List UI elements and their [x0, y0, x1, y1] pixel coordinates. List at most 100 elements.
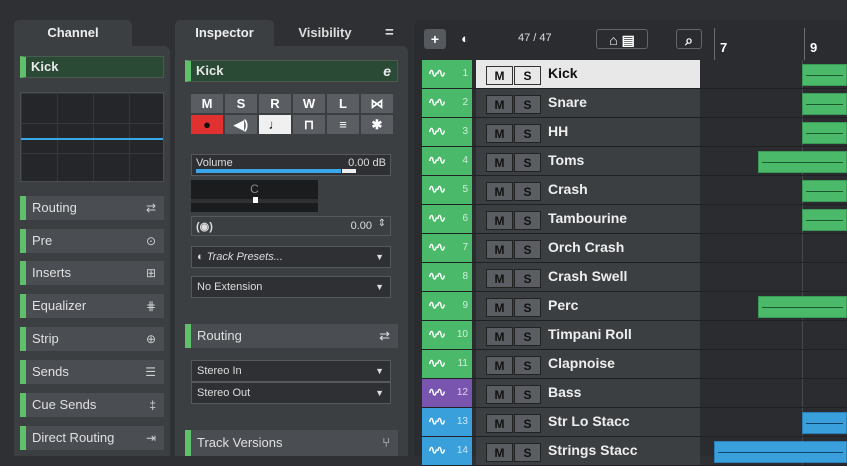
track-color-strip[interactable]: ∿∿ 1 [422, 60, 472, 88]
track-header[interactable]: M S Strings Stacc [476, 437, 700, 465]
track-row[interactable]: ∿∿ 13 M S Str Lo Stacc [422, 408, 847, 437]
track-header[interactable]: M S Toms [476, 147, 700, 175]
monitor-icon[interactable]: ◀) [225, 115, 257, 134]
button-write[interactable]: W [293, 94, 325, 113]
list-icon[interactable]: ▤ [622, 32, 635, 48]
event-block[interactable] [802, 93, 847, 115]
button-mute[interactable]: M [191, 94, 223, 113]
solo-button[interactable]: S [514, 66, 541, 85]
mute-button[interactable]: M [486, 211, 513, 230]
track-row[interactable]: ∿∿ 1 M S Kick [422, 60, 847, 89]
solo-button[interactable]: S [514, 385, 541, 404]
track-lane[interactable] [714, 263, 847, 291]
track-color-strip[interactable]: ∿∿ 14 [422, 437, 472, 465]
track-header[interactable]: M S Str Lo Stacc [476, 408, 700, 436]
track-color-strip[interactable]: ∿∿ 10 [422, 321, 472, 349]
chevron-down-icon[interactable]: ▼ [375, 277, 384, 297]
track-header[interactable]: M S Crash Swell [476, 263, 700, 291]
event-block[interactable] [714, 441, 847, 463]
track-lane[interactable] [714, 234, 847, 262]
mute-button[interactable]: M [486, 269, 513, 288]
track-color-strip[interactable]: ∿∿ 12 [422, 379, 472, 407]
tab-inspector[interactable]: Inspector [175, 20, 274, 46]
track-color-strip[interactable]: ∿∿ 9 [422, 292, 472, 320]
track-row[interactable]: ∿∿ 7 M S Orch Crash [422, 234, 847, 263]
mute-button[interactable]: M [486, 385, 513, 404]
list-icon[interactable]: ≡ [327, 115, 359, 134]
mute-button[interactable]: M [486, 240, 513, 259]
section-strip[interactable]: Strip ⊕ [20, 327, 164, 351]
section-equalizer[interactable]: Equalizer ⋕ [20, 294, 164, 318]
track-color-strip[interactable]: ∿∿ 5 [422, 176, 472, 204]
timeline-ruler[interactable]: 7 9 [714, 20, 847, 60]
eq-curve-display[interactable] [20, 92, 164, 182]
solo-button[interactable]: S [514, 269, 541, 288]
search-icon[interactable]: ⌕ [676, 29, 702, 49]
track-versions-section[interactable]: Track Versions ⑂ [185, 430, 398, 456]
button-solo[interactable]: S [225, 94, 257, 113]
solo-button[interactable]: S [514, 240, 541, 259]
section-pre[interactable]: Pre ⊙ [20, 229, 164, 253]
track-lane[interactable] [714, 89, 847, 117]
pan-handle[interactable] [253, 197, 258, 203]
track-color-strip[interactable]: ∿∿ 11 [422, 350, 472, 378]
track-lane[interactable] [714, 176, 847, 204]
solo-button[interactable]: S [514, 327, 541, 346]
track-row[interactable]: ∿∿ 2 M S Snare [422, 89, 847, 118]
solo-button[interactable]: S [514, 182, 541, 201]
track-presets-icon[interactable]: ◐ [452, 29, 478, 49]
track-row[interactable]: ∿∿ 11 M S Clapnoise [422, 350, 847, 379]
track-row[interactable]: ∿∿ 9 M S Perc [422, 292, 847, 321]
pan-control[interactable]: C [191, 180, 318, 212]
volume-fader[interactable]: Volume 0.00 dB [191, 154, 391, 176]
track-color-strip[interactable]: ∿∿ 3 [422, 118, 472, 146]
menu-icon[interactable]: = [385, 24, 394, 41]
solo-button[interactable]: S [514, 211, 541, 230]
mute-button[interactable]: M [486, 443, 513, 462]
track-header[interactable]: M S Orch Crash [476, 234, 700, 262]
mute-button[interactable]: M [486, 356, 513, 375]
chevron-down-icon[interactable]: ▼ [375, 247, 384, 267]
track-header[interactable]: M S Timpani Roll [476, 321, 700, 349]
track-header[interactable]: M S Kick [476, 60, 700, 88]
track-header[interactable]: M S Perc [476, 292, 700, 320]
output-routing-select[interactable]: Stereo Out ▼ [191, 382, 391, 404]
section-cue-sends[interactable]: Cue Sends ‡ [20, 393, 164, 417]
track-lane[interactable] [714, 408, 847, 436]
track-lane[interactable] [714, 350, 847, 378]
mute-button[interactable]: M [486, 124, 513, 143]
channel-name[interactable]: Kick [20, 56, 164, 78]
add-track-button[interactable]: + [424, 29, 446, 49]
track-header[interactable]: M S Crash [476, 176, 700, 204]
input-routing-select[interactable]: Stereo In ▼ [191, 360, 391, 382]
track-row[interactable]: ∿∿ 3 M S HH [422, 118, 847, 147]
solo-button[interactable]: S [514, 414, 541, 433]
track-row[interactable]: ∿∿ 6 M S Tambourine [422, 205, 847, 234]
track-row[interactable]: ∿∿ 4 M S Toms [422, 147, 847, 176]
solo-button[interactable]: S [514, 153, 541, 172]
button-read[interactable]: R [259, 94, 291, 113]
event-block[interactable] [802, 209, 847, 231]
track-lane[interactable] [714, 379, 847, 407]
track-row[interactable]: ∿∿ 14 M S Strings Stacc [422, 437, 847, 466]
event-block[interactable] [802, 180, 847, 202]
mute-button[interactable]: M [486, 298, 513, 317]
mute-button[interactable]: M [486, 327, 513, 346]
inspector-track-name[interactable]: Kick e [185, 60, 398, 82]
track-color-strip[interactable]: ∿∿ 6 [422, 205, 472, 233]
event-block[interactable] [758, 151, 847, 173]
mute-button[interactable]: M [486, 95, 513, 114]
note-icon[interactable]: ♩ [259, 115, 291, 134]
track-lane[interactable] [714, 118, 847, 146]
track-row[interactable]: ∿∿ 12 M S Bass [422, 379, 847, 408]
track-lane[interactable] [714, 147, 847, 175]
button-lanes[interactable]: L [327, 94, 359, 113]
solo-button[interactable]: S [514, 443, 541, 462]
solo-button[interactable]: S [514, 298, 541, 317]
track-header[interactable]: M S Snare [476, 89, 700, 117]
section-sends[interactable]: Sends ☰ [20, 360, 164, 384]
section-inserts[interactable]: Inserts ⊞ [20, 261, 164, 285]
inspector-routing-section[interactable]: Routing ⇄ [185, 324, 398, 348]
event-block[interactable] [758, 296, 847, 318]
mute-button[interactable]: M [486, 182, 513, 201]
